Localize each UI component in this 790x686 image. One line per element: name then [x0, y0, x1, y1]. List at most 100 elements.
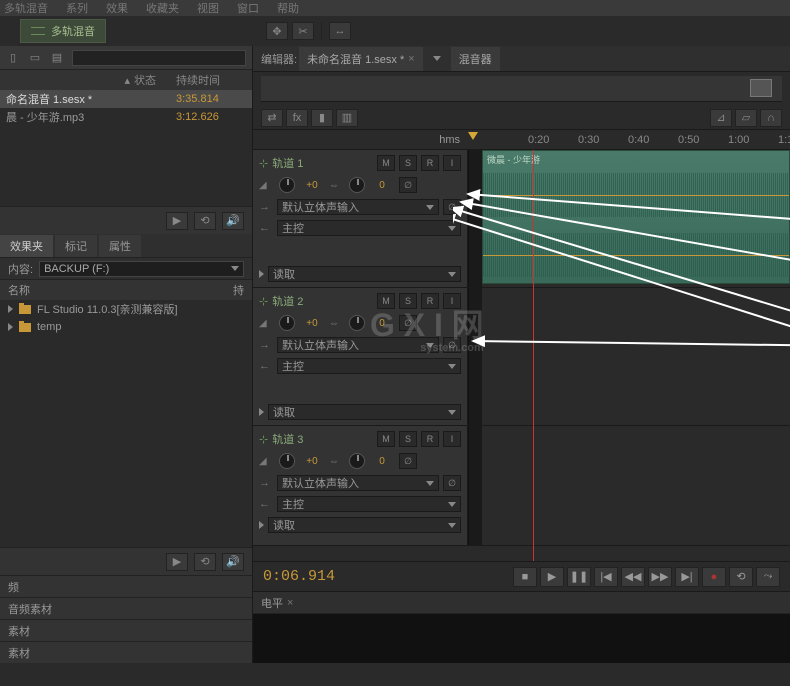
- mini-auto-button[interactable]: 🔊: [222, 212, 244, 230]
- io-opt[interactable]: ∅: [443, 475, 461, 491]
- menu-effects[interactable]: 效果: [106, 0, 128, 16]
- new-file-icon[interactable]: ▯: [6, 52, 20, 64]
- volume-knob[interactable]: [279, 177, 295, 193]
- col-duration[interactable]: 持续时间: [176, 72, 246, 88]
- output-dropdown[interactable]: 主控: [277, 496, 461, 512]
- prev-button[interactable]: |◀: [594, 567, 618, 587]
- volume-value[interactable]: +0: [299, 180, 325, 191]
- pan-knob[interactable]: [349, 177, 365, 193]
- close-icon[interactable]: ×: [408, 53, 414, 65]
- volume-value[interactable]: +0: [299, 456, 325, 467]
- mute-button[interactable]: M: [377, 431, 395, 447]
- mute-button[interactable]: M: [377, 155, 395, 171]
- track-content[interactable]: 微晨 - 少年游: [482, 150, 790, 287]
- search-input[interactable]: [72, 50, 246, 66]
- media-col-dur[interactable]: 持: [233, 282, 244, 298]
- menu-series[interactable]: 系列: [66, 0, 88, 16]
- record-button[interactable]: R: [421, 293, 439, 309]
- pan-knob[interactable]: [349, 453, 365, 469]
- backup-dropdown[interactable]: BACKUP (F:): [39, 261, 244, 277]
- playhead-marker[interactable]: [468, 132, 478, 146]
- level-tab[interactable]: 电平 ×: [253, 591, 790, 613]
- tt-btn1[interactable]: ⇄: [261, 109, 283, 127]
- media-play-button[interactable]: ▶: [166, 553, 188, 571]
- tool-cut[interactable]: ✂: [292, 22, 314, 40]
- mini-loop-button[interactable]: ⟲: [194, 212, 216, 230]
- pan-knob[interactable]: [349, 315, 365, 331]
- read-dropdown[interactable]: 读取: [268, 266, 461, 282]
- play-button[interactable]: ▶: [540, 567, 564, 587]
- stop-button[interactable]: ■: [513, 567, 537, 587]
- phase-button[interactable]: ∅: [399, 453, 417, 469]
- tool-slip[interactable]: ↔: [329, 22, 351, 40]
- tt-btn4[interactable]: ▥: [336, 109, 358, 127]
- tab-markers[interactable]: 标记: [55, 235, 97, 257]
- timecode[interactable]: 0:06.914: [263, 568, 335, 585]
- pan-value[interactable]: 0: [369, 180, 395, 191]
- read-dropdown[interactable]: 读取: [268, 404, 461, 420]
- cat-row[interactable]: 素材: [0, 641, 252, 663]
- expand-icon[interactable]: [259, 408, 264, 416]
- expand-icon[interactable]: [259, 270, 264, 278]
- read-dropdown[interactable]: 读取: [268, 517, 461, 533]
- monitor-button[interactable]: I: [443, 431, 461, 447]
- rew-button[interactable]: ◀◀: [621, 567, 645, 587]
- monitor-button[interactable]: I: [443, 155, 461, 171]
- output-dropdown[interactable]: 主控: [277, 220, 461, 236]
- phase-button[interactable]: ∅: [399, 177, 417, 193]
- input-dropdown[interactable]: 默认立体声输入: [277, 337, 439, 353]
- cat-row[interactable]: 音频素材: [0, 597, 252, 619]
- io-opt[interactable]: ∅: [443, 337, 461, 353]
- overview-handle[interactable]: [750, 79, 772, 97]
- menu-window[interactable]: 窗口: [237, 0, 259, 16]
- expand-icon[interactable]: [259, 521, 264, 529]
- track-name[interactable]: 轨道 3: [272, 431, 373, 447]
- audio-clip[interactable]: 微晨 - 少年游: [482, 150, 790, 284]
- solo-button[interactable]: S: [399, 431, 417, 447]
- col-status[interactable]: ▴状态: [6, 72, 176, 88]
- input-dropdown[interactable]: 默认立体声输入: [277, 475, 439, 491]
- overview-strip[interactable]: [261, 76, 782, 102]
- close-icon[interactable]: ×: [287, 597, 293, 609]
- editor-file-tab[interactable]: 未命名混音 1.sesx * ×: [299, 47, 423, 71]
- io-opt[interactable]: ∅: [443, 199, 461, 215]
- cat-row[interactable]: 频: [0, 575, 252, 597]
- output-dropdown[interactable]: 主控: [277, 358, 461, 374]
- tab-properties[interactable]: 属性: [99, 235, 141, 257]
- media-auto-button[interactable]: 🔊: [222, 553, 244, 571]
- media-row[interactable]: temp: [0, 318, 252, 336]
- mute-button[interactable]: M: [377, 293, 395, 309]
- volume-value[interactable]: +0: [299, 318, 325, 329]
- file-row[interactable]: 晨 - 少年游.mp3 3:12.626: [0, 108, 252, 126]
- record-button[interactable]: R: [421, 155, 439, 171]
- ffwd-button[interactable]: ▶▶: [648, 567, 672, 587]
- mixer-tab[interactable]: 混音器: [451, 47, 500, 71]
- next-button[interactable]: ▶|: [675, 567, 699, 587]
- skip-button[interactable]: ⤳: [756, 567, 780, 587]
- media-row[interactable]: FL Studio 11.0.3[亲测兼容版]: [0, 300, 252, 318]
- pause-button[interactable]: ❚❚: [567, 567, 591, 587]
- snap-button[interactable]: ∩: [760, 109, 782, 127]
- mini-play-button[interactable]: ▶: [166, 212, 188, 230]
- tt-btn5[interactable]: ⊿: [710, 109, 732, 127]
- menu-help[interactable]: 帮助: [277, 0, 299, 16]
- record-button[interactable]: ●: [702, 567, 726, 587]
- menu-fav[interactable]: 收藏夹: [146, 0, 179, 16]
- multitrack-tab[interactable]: 多轨混音: [20, 19, 106, 43]
- volume-knob[interactable]: [279, 453, 295, 469]
- tt-btn2[interactable]: fx: [286, 109, 308, 127]
- volume-knob[interactable]: [279, 315, 295, 331]
- solo-button[interactable]: S: [399, 293, 417, 309]
- menu-view[interactable]: 视图: [197, 0, 219, 16]
- track-name[interactable]: 轨道 2: [272, 293, 373, 309]
- media-loop-button[interactable]: ⟲: [194, 553, 216, 571]
- track-name[interactable]: 轨道 1: [272, 155, 373, 171]
- media-col-name[interactable]: 名称: [8, 282, 233, 298]
- pan-value[interactable]: 0: [369, 318, 395, 329]
- tab-menu-icon[interactable]: [433, 56, 441, 61]
- monitor-button[interactable]: I: [443, 293, 461, 309]
- track-content[interactable]: [482, 426, 790, 545]
- timeline-ruler[interactable]: hms 0:20 0:30 0:40 0:50 1:00 1:10 1:20 1…: [253, 130, 790, 150]
- menu-multitrack[interactable]: 多轨混音: [4, 0, 48, 16]
- phase-button[interactable]: ∅: [399, 315, 417, 331]
